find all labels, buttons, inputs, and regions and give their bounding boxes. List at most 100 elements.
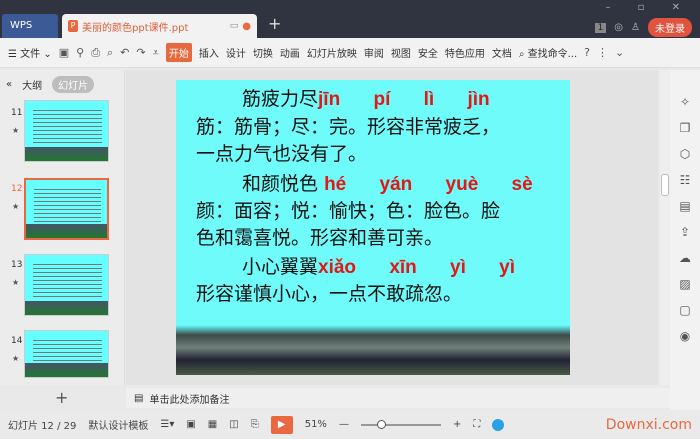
- zoom-out-button[interactable]: —: [339, 419, 349, 430]
- zoom-slider-knob[interactable]: [376, 419, 386, 429]
- document-tab-title: 美丽的颜色ppt课件.ppt: [82, 22, 189, 34]
- tab-special[interactable]: 特色应用: [445, 45, 485, 60]
- right-sidebar: ✧ ❐ ⬡ ☷ ▤ ⇪ ☁ ▨ ▢ ◉: [670, 70, 700, 410]
- status-bar: 幻灯片 12 / 29 默认设计模板 ☰▾ ▣ ▦ ◫ ⎘ ▶ 51% — + …: [0, 410, 700, 439]
- shapes-icon[interactable]: ⬡: [680, 147, 690, 161]
- tab-animation[interactable]: 动画: [280, 45, 300, 60]
- pinyin: jīn pí lì jìn: [318, 89, 490, 110]
- notes-placeholder[interactable]: 单击此处添加备注: [149, 391, 229, 406]
- notes-bar[interactable]: ▤ 单击此处添加备注: [126, 388, 670, 408]
- animation-star-icon: ★: [12, 202, 20, 211]
- slide-panel: « 大纲 幻灯片 11 ★ 12 ★ 13 ★ 14 ★ +: [0, 70, 125, 407]
- help-icon[interactable]: ?: [584, 46, 590, 59]
- share-icon[interactable]: ⇪: [680, 225, 690, 239]
- new-tab-button[interactable]: +: [268, 14, 281, 33]
- redo-icon[interactable]: ↷: [136, 46, 145, 59]
- zoom-level[interactable]: 51%: [305, 419, 327, 430]
- slide-line: 一点力气也没有了。: [196, 143, 368, 165]
- slide-thumbnail[interactable]: [24, 254, 109, 316]
- animation-star-icon: ★: [12, 126, 20, 135]
- window-controls[interactable]: – ▫ ✕: [605, 2, 692, 13]
- pinyin: hé yán yuè sè: [324, 174, 533, 195]
- slide-canvas: 筋疲力尽jīn pí lì jìn 筋：筋骨；尽：完。形容非常疲乏， 一点力气也…: [126, 70, 658, 385]
- tab-insert[interactable]: 插入: [199, 45, 219, 60]
- format-painter-icon[interactable]: ⚲: [76, 46, 84, 59]
- fit-window-icon[interactable]: ⛶: [473, 419, 480, 430]
- search-command[interactable]: ⌕ 查找命令...: [519, 45, 577, 60]
- reading-view-icon[interactable]: ◫: [229, 419, 238, 430]
- sorter-view-icon[interactable]: ▦: [208, 419, 217, 430]
- pin-icon[interactable]: ✧: [680, 95, 690, 109]
- template-name[interactable]: 默认设计模板: [88, 417, 148, 432]
- tab-start[interactable]: 开始: [165, 43, 192, 62]
- chat-icon[interactable]: ▢: [679, 303, 690, 317]
- zoom-slider[interactable]: [360, 419, 441, 429]
- window-count-badge[interactable]: 1: [594, 22, 607, 33]
- file-menu[interactable]: ☰ 文件 ⌄: [8, 45, 52, 60]
- scrollbar-thumb[interactable]: [661, 174, 669, 196]
- shirt-icon[interactable]: ♙: [631, 22, 640, 33]
- notes-icon: ▤: [134, 392, 144, 404]
- image-icon[interactable]: ▤: [679, 199, 690, 213]
- slide-number: 12: [11, 184, 23, 194]
- slide-counter: 幻灯片 12 / 29: [8, 421, 77, 432]
- print-icon[interactable]: ⎙: [91, 46, 100, 60]
- slide-thumbnail-selected[interactable]: [24, 178, 109, 240]
- print-preview-icon[interactable]: ⌕: [107, 46, 113, 60]
- tab-document[interactable]: 文档: [492, 45, 512, 60]
- slide[interactable]: 筋疲力尽jīn pí lì jìn 筋：筋骨；尽：完。形容非常疲乏， 一点力气也…: [176, 80, 570, 375]
- slide-line: 筋：筋骨；尽：完。形容非常疲乏，: [196, 116, 501, 138]
- document-tab[interactable]: P 美丽的颜色ppt课件.ppt ▭ ●: [62, 14, 257, 38]
- record-icon[interactable]: ◉: [680, 329, 690, 343]
- tab-view[interactable]: 视图: [391, 45, 411, 60]
- ribbon-toolbar: ☰ 文件 ⌄ ▣ ⚲ ⎙ ⌕ ↶ ↷ ⩡ 开始 插入 设计 切换 动画 幻灯片放…: [0, 38, 700, 68]
- search-label: 查找命令...: [527, 49, 578, 60]
- more-vertical-icon[interactable]: ⋮: [597, 46, 608, 59]
- more-icon[interactable]: ⩡: [153, 46, 159, 60]
- normal-view-icon[interactable]: ▣: [186, 419, 195, 430]
- tab-outline[interactable]: 大纲: [22, 77, 42, 92]
- save-icon[interactable]: ▣: [59, 46, 69, 59]
- picture-icon[interactable]: ▨: [679, 277, 690, 291]
- tab-security[interactable]: 安全: [418, 45, 438, 60]
- wps-home-tab[interactable]: WPS: [2, 14, 58, 38]
- slide-thumbnail[interactable]: [24, 330, 109, 378]
- tab-review[interactable]: 审阅: [364, 45, 384, 60]
- title-bar: – ▫ ✕ WPS P 美丽的颜色ppt课件.ppt ▭ ● + 1 ◎ ♙ 未…: [0, 0, 700, 38]
- slide-number: 13: [11, 260, 23, 270]
- unsaved-dot-icon[interactable]: ●: [242, 21, 251, 32]
- slide-line: 形容谨慎小心，一点不敢疏忽。: [196, 283, 463, 305]
- notes-toggle-icon[interactable]: ☰▾: [160, 419, 174, 430]
- login-button[interactable]: 未登录: [648, 18, 692, 37]
- tab-design[interactable]: 设计: [226, 45, 246, 60]
- animation-star-icon: ★: [12, 354, 20, 363]
- animation-star-icon: ★: [12, 278, 20, 287]
- slide-thumbnail[interactable]: [24, 100, 109, 162]
- copy-icon[interactable]: ❐: [680, 121, 691, 135]
- add-slide-button[interactable]: +: [55, 388, 68, 407]
- landscape-image: [176, 325, 570, 375]
- tab-slideshow[interactable]: 幻灯片放映: [307, 45, 357, 60]
- file-label: 文件: [20, 49, 41, 60]
- slide-line: 筋疲力尽jīn pí lì jìn: [242, 88, 490, 110]
- slide-line: 色和霭喜悦。形容和善可亲。: [196, 227, 444, 249]
- tab-transition[interactable]: 切换: [253, 45, 273, 60]
- slide-line: 小心翼翼xiǎo xīn yì yì: [242, 256, 516, 278]
- vertical-scrollbar[interactable]: [660, 70, 670, 385]
- settings-sliders-icon[interactable]: ☷: [680, 173, 691, 187]
- chevron-down-icon[interactable]: ⌄: [615, 46, 624, 59]
- collapse-icon[interactable]: «: [6, 79, 12, 90]
- tab-slides[interactable]: 幻灯片: [52, 76, 95, 93]
- zoom-in-button[interactable]: +: [453, 419, 461, 430]
- cloud-icon[interactable]: ☁: [679, 251, 691, 265]
- slide-number: 14: [11, 336, 23, 346]
- ppt-file-icon: P: [68, 20, 78, 32]
- presenter-icon[interactable]: ⎘: [251, 419, 259, 430]
- slide-line: 颜：面容；悦：愉快；色：脸色。脸: [196, 200, 501, 222]
- play-slideshow-button[interactable]: ▶: [270, 415, 293, 434]
- undo-icon[interactable]: ↶: [120, 46, 129, 59]
- slide-line: 和颜悦色 hé yán yuè sè: [242, 173, 533, 195]
- monitor-icon[interactable]: ▭: [230, 21, 239, 31]
- skin-icon[interactable]: ◎: [614, 22, 623, 33]
- pinyin: xiǎo xīn yì yì: [318, 257, 516, 278]
